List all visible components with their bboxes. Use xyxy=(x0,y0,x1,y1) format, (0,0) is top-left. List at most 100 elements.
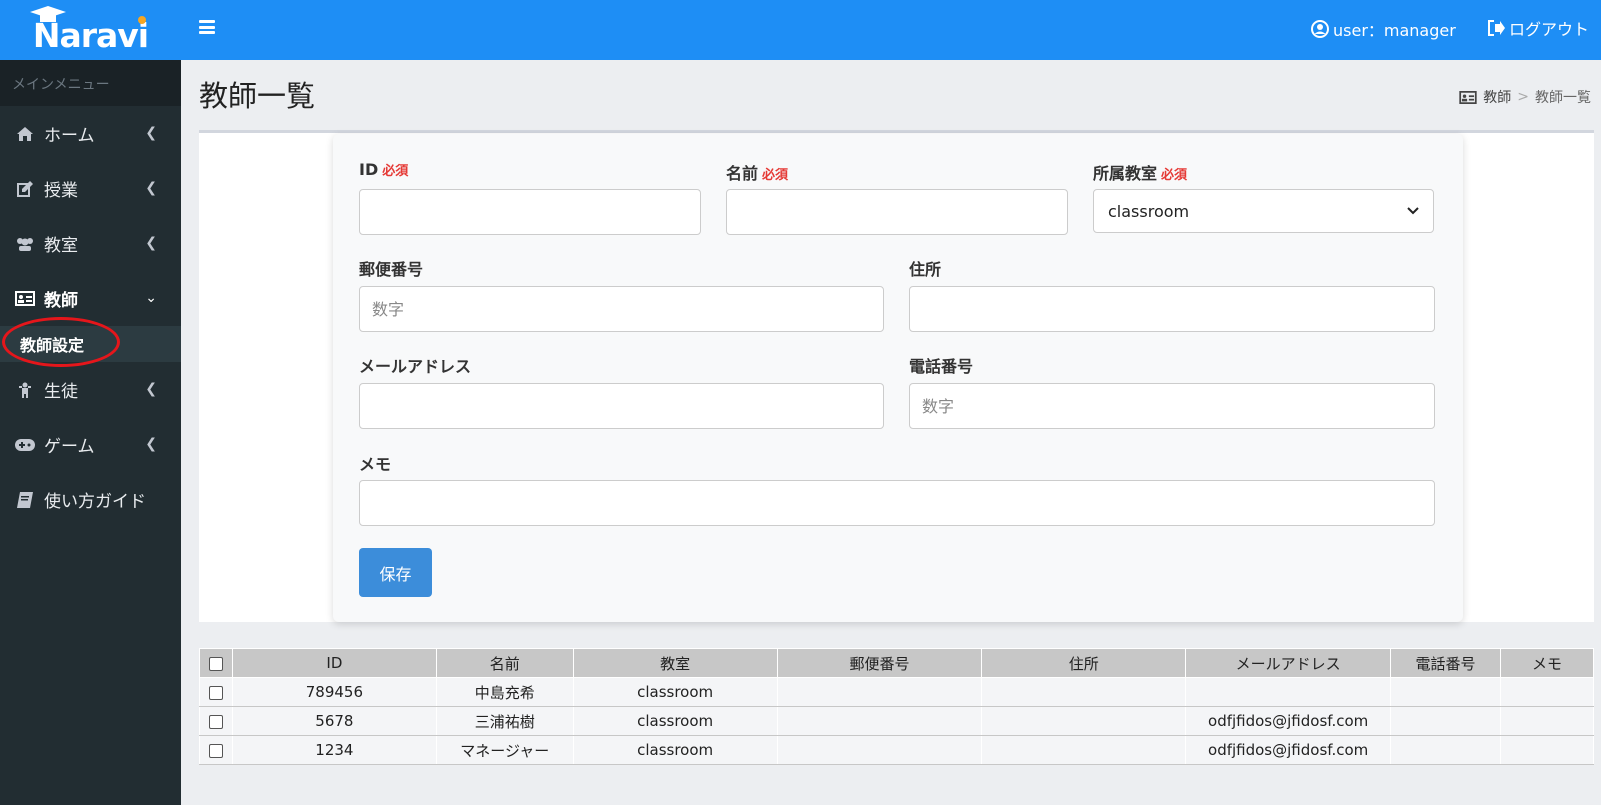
sidebar-item-lessons[interactable]: 授業 ❮ xyxy=(0,161,181,216)
cell-postal xyxy=(776,677,983,707)
column-header-id[interactable]: ID xyxy=(231,648,437,678)
postal-input[interactable] xyxy=(359,286,884,332)
classroom-select-value: classroom xyxy=(1108,201,1190,221)
id-label-text: ID xyxy=(359,160,379,179)
cell-address xyxy=(981,735,1187,765)
logo-dot xyxy=(138,16,146,24)
table-row[interactable]: 789456 中島充希 classroom xyxy=(199,677,1594,707)
gamepad-icon xyxy=(14,436,36,454)
sidebar-item-students[interactable]: 生徒 ❮ xyxy=(0,362,181,417)
memo-input[interactable] xyxy=(359,480,1435,526)
sidebar-item-label: 教室 xyxy=(44,236,78,256)
cell-email: odfjfidos@jfidosf.com xyxy=(1185,706,1392,736)
memo-label: メモ xyxy=(359,455,392,474)
row-select-cell xyxy=(199,706,233,736)
user-menu[interactable]: user：manager xyxy=(1311,17,1456,41)
cell-classroom: classroom xyxy=(572,706,778,736)
cell-memo xyxy=(1500,677,1594,707)
breadcrumb-parent[interactable]: 教師 xyxy=(1483,87,1511,107)
logo[interactable]: Naravi xyxy=(0,0,181,60)
id-card-icon xyxy=(14,290,36,308)
teachers-table: ID 名前 教室 郵便番号 住所 メールアドレス 電話番号 メモ 789456 … xyxy=(199,648,1594,765)
table-row[interactable]: 5678 三浦祐樹 classroom odfjfidos@jfidosf.co… xyxy=(199,706,1594,736)
email-input[interactable] xyxy=(359,383,884,429)
cell-email: odfjfidos@jfidosf.com xyxy=(1185,735,1392,765)
sidebar-item-teacher[interactable]: 教師 ⌄ xyxy=(0,271,181,326)
row-select-cell xyxy=(199,677,233,707)
cell-phone xyxy=(1390,706,1502,736)
select-all-cell xyxy=(199,648,233,678)
save-button[interactable]: 保存 xyxy=(359,548,432,597)
sidebar: Naravi メインメニュー ホーム ❮ 授業 ❮ 教室 ❮ 教師 ⌄ 教師設定 xyxy=(0,0,181,805)
edit-icon xyxy=(14,180,36,198)
classroom-label: 所属教室 必須 xyxy=(1093,160,1187,184)
column-header-phone[interactable]: 電話番号 xyxy=(1390,648,1502,678)
column-header-postal[interactable]: 郵便番号 xyxy=(776,648,983,678)
required-badge: 必須 xyxy=(382,164,409,179)
topbar: user：manager ログアウト xyxy=(181,0,1601,60)
chevron-down-icon xyxy=(1407,207,1419,215)
chevron-left-icon: ❮ xyxy=(145,180,157,196)
cell-id: 5678 xyxy=(231,706,437,736)
row-select-cell xyxy=(199,735,233,765)
sidebar-item-label: ホーム xyxy=(44,126,95,146)
table-row[interactable]: 1234 マネージャー classroom odfjfidos@jfidosf.… xyxy=(199,735,1594,765)
table-header-row: ID 名前 教室 郵便番号 住所 メールアドレス 電話番号 メモ xyxy=(199,648,1594,678)
sidebar-item-label: 使い方ガイド xyxy=(44,492,146,512)
chevron-left-icon: ❮ xyxy=(145,125,157,141)
row-checkbox[interactable] xyxy=(208,743,223,758)
row-checkbox[interactable] xyxy=(208,685,223,700)
breadcrumb: 教師 > 教師一覧 xyxy=(1459,87,1591,107)
cell-phone xyxy=(1390,677,1502,707)
id-input[interactable] xyxy=(359,189,701,235)
hamburger-menu-icon[interactable] xyxy=(199,20,215,34)
name-input[interactable] xyxy=(726,189,1068,235)
sidebar-subitem-teacher-settings[interactable]: 教師設定 xyxy=(0,326,181,362)
select-all-checkbox[interactable] xyxy=(208,656,223,671)
name-label: 名前 必須 xyxy=(726,160,788,184)
sidebar-item-home[interactable]: ホーム ❮ xyxy=(0,106,181,161)
column-header-classroom[interactable]: 教室 xyxy=(572,648,778,678)
book-icon xyxy=(14,491,36,509)
cell-id: 789456 xyxy=(231,677,437,707)
classroom-label-text: 所属教室 xyxy=(1093,164,1158,183)
cell-phone xyxy=(1390,735,1502,765)
user-circle-icon xyxy=(1311,20,1329,38)
sidebar-item-game[interactable]: ゲーム ❮ xyxy=(0,417,181,472)
phone-input[interactable] xyxy=(909,383,1435,429)
postal-label: 郵便番号 xyxy=(359,260,424,279)
cell-postal xyxy=(776,706,983,736)
column-header-address[interactable]: 住所 xyxy=(981,648,1187,678)
cell-postal xyxy=(776,735,983,765)
chevron-down-icon: ⌄ xyxy=(145,290,157,306)
sidebar-item-label: 生徒 xyxy=(44,382,78,402)
logout-label: ログアウト xyxy=(1509,20,1590,39)
cell-address xyxy=(981,677,1187,707)
logout-link[interactable]: ログアウト xyxy=(1487,16,1589,40)
row-checkbox[interactable] xyxy=(208,714,223,729)
name-label-text: 名前 xyxy=(726,164,759,183)
column-header-memo[interactable]: メモ xyxy=(1500,648,1594,678)
home-icon xyxy=(14,125,36,143)
cell-address xyxy=(981,706,1187,736)
cell-memo xyxy=(1500,706,1594,736)
sidebar-item-label: ゲーム xyxy=(44,437,95,457)
id-label: ID 必須 xyxy=(359,160,408,179)
column-header-name[interactable]: 名前 xyxy=(435,648,574,678)
classroom-select[interactable]: classroom xyxy=(1093,189,1434,233)
graduation-cap-icon xyxy=(30,6,66,22)
address-input[interactable] xyxy=(909,286,1435,332)
sidebar-item-label: 授業 xyxy=(44,181,78,201)
sidebar-item-guide[interactable]: 使い方ガイド xyxy=(0,472,181,527)
column-header-email[interactable]: メールアドレス xyxy=(1185,648,1392,678)
cell-id: 1234 xyxy=(231,735,437,765)
chevron-left-icon: ❮ xyxy=(145,235,157,251)
required-badge: 必須 xyxy=(762,168,789,183)
sidebar-item-classroom[interactable]: 教室 ❮ xyxy=(0,216,181,271)
cell-memo xyxy=(1500,735,1594,765)
email-label: メールアドレス xyxy=(359,357,472,376)
cell-email xyxy=(1185,677,1392,707)
breadcrumb-current: 教師一覧 xyxy=(1535,90,1591,106)
chevron-left-icon: ❮ xyxy=(145,436,157,452)
cell-classroom: classroom xyxy=(572,735,778,765)
